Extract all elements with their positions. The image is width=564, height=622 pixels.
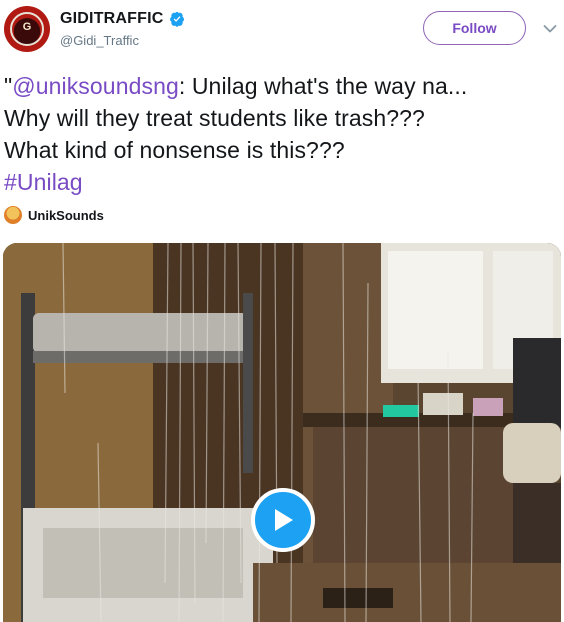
video-player[interactable] bbox=[3, 243, 561, 622]
tweet-line-3: What kind of nonsense is this??? bbox=[4, 137, 345, 163]
video-attribution[interactable]: UnikSounds bbox=[4, 206, 104, 224]
mention-link[interactable]: @uniksoundsng bbox=[12, 73, 179, 99]
avatar[interactable]: G bbox=[4, 6, 50, 52]
attribution-name[interactable]: UnikSounds bbox=[28, 208, 104, 223]
tweet-line-1: "@uniksoundsng: Unilag what's the way na… bbox=[4, 70, 560, 102]
verified-badge-icon bbox=[169, 11, 184, 27]
user-handle[interactable]: @Gidi_Traffic bbox=[60, 33, 139, 48]
tweet-line-1-text: : Unilag what's the way na... bbox=[178, 73, 468, 99]
video-thumbnail bbox=[3, 243, 561, 622]
hashtag-link[interactable]: #Unilag bbox=[4, 166, 560, 198]
play-button[interactable] bbox=[251, 488, 315, 552]
chevron-down-icon[interactable] bbox=[543, 24, 557, 34]
display-name[interactable]: GIDITRAFFIC bbox=[60, 10, 164, 28]
tweet-text: "@uniksoundsng: Unilag what's the way na… bbox=[4, 70, 560, 198]
play-icon bbox=[275, 509, 293, 531]
attribution-avatar bbox=[4, 206, 22, 224]
tweet-line-2: Why will they treat students like trash?… bbox=[4, 105, 425, 131]
follow-button[interactable]: Follow bbox=[423, 11, 526, 45]
avatar-glyph: G bbox=[22, 21, 32, 33]
user-name-row: GIDITRAFFIC bbox=[60, 10, 185, 28]
